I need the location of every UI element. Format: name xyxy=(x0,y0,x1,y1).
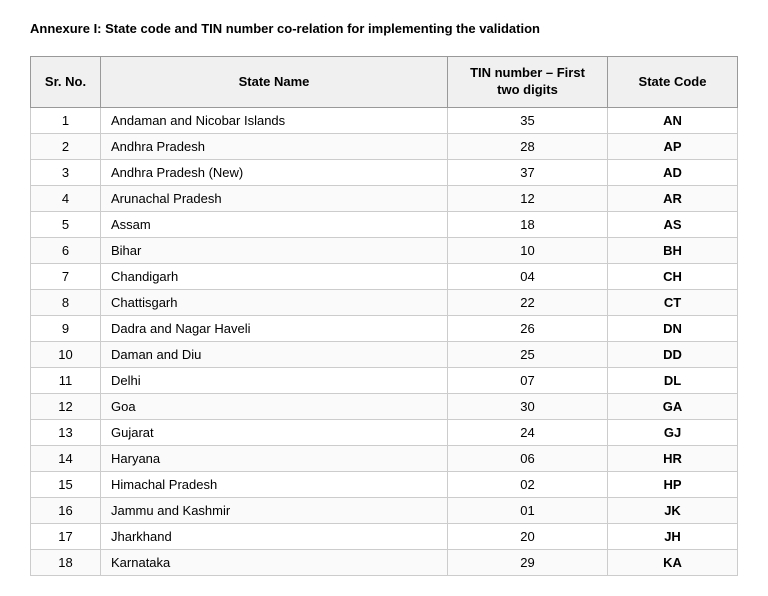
state-tin-table: Sr. No. State Name TIN number – First tw… xyxy=(30,56,738,576)
cell-state: Assam xyxy=(101,211,448,237)
table-row: 4Arunachal Pradesh12AR xyxy=(31,185,738,211)
cell-tin: 35 xyxy=(448,107,608,133)
cell-tin: 22 xyxy=(448,289,608,315)
cell-tin: 01 xyxy=(448,497,608,523)
cell-tin: 28 xyxy=(448,133,608,159)
table-row: 11Delhi07DL xyxy=(31,367,738,393)
cell-tin: 24 xyxy=(448,419,608,445)
cell-state: Andhra Pradesh xyxy=(101,133,448,159)
header-code: State Code xyxy=(608,57,738,108)
cell-code: GA xyxy=(608,393,738,419)
cell-tin: 18 xyxy=(448,211,608,237)
cell-srno: 6 xyxy=(31,237,101,263)
cell-tin: 07 xyxy=(448,367,608,393)
cell-state: Daman and Diu xyxy=(101,341,448,367)
cell-state: Goa xyxy=(101,393,448,419)
table-row: 12Goa30GA xyxy=(31,393,738,419)
cell-tin: 30 xyxy=(448,393,608,419)
cell-state: Jammu and Kashmir xyxy=(101,497,448,523)
cell-srno: 1 xyxy=(31,107,101,133)
table-row: 13Gujarat24GJ xyxy=(31,419,738,445)
cell-code: KA xyxy=(608,549,738,575)
cell-code: AR xyxy=(608,185,738,211)
cell-state: Jharkhand xyxy=(101,523,448,549)
cell-code: AP xyxy=(608,133,738,159)
table-row: 5Assam18AS xyxy=(31,211,738,237)
cell-code: JK xyxy=(608,497,738,523)
cell-srno: 7 xyxy=(31,263,101,289)
cell-state: Dadra and Nagar Haveli xyxy=(101,315,448,341)
cell-tin: 29 xyxy=(448,549,608,575)
cell-code: BH xyxy=(608,237,738,263)
table-row: 6Bihar10BH xyxy=(31,237,738,263)
cell-state: Andaman and Nicobar Islands xyxy=(101,107,448,133)
cell-code: AD xyxy=(608,159,738,185)
cell-srno: 3 xyxy=(31,159,101,185)
header-state: State Name xyxy=(101,57,448,108)
cell-state: Arunachal Pradesh xyxy=(101,185,448,211)
cell-code: HR xyxy=(608,445,738,471)
cell-srno: 12 xyxy=(31,393,101,419)
cell-srno: 18 xyxy=(31,549,101,575)
cell-code: CH xyxy=(608,263,738,289)
cell-srno: 17 xyxy=(31,523,101,549)
cell-srno: 15 xyxy=(31,471,101,497)
table-row: 3Andhra Pradesh (New)37AD xyxy=(31,159,738,185)
cell-state: Karnataka xyxy=(101,549,448,575)
cell-srno: 4 xyxy=(31,185,101,211)
cell-code: GJ xyxy=(608,419,738,445)
table-row: 2Andhra Pradesh28AP xyxy=(31,133,738,159)
cell-code: AN xyxy=(608,107,738,133)
cell-srno: 13 xyxy=(31,419,101,445)
table-row: 10Daman and Diu25DD xyxy=(31,341,738,367)
cell-tin: 02 xyxy=(448,471,608,497)
cell-srno: 8 xyxy=(31,289,101,315)
cell-state: Andhra Pradesh (New) xyxy=(101,159,448,185)
cell-tin: 20 xyxy=(448,523,608,549)
cell-srno: 11 xyxy=(31,367,101,393)
cell-tin: 06 xyxy=(448,445,608,471)
cell-srno: 16 xyxy=(31,497,101,523)
cell-code: JH xyxy=(608,523,738,549)
cell-code: HP xyxy=(608,471,738,497)
cell-srno: 10 xyxy=(31,341,101,367)
cell-tin: 10 xyxy=(448,237,608,263)
table-row: 17Jharkhand20JH xyxy=(31,523,738,549)
cell-tin: 26 xyxy=(448,315,608,341)
cell-tin: 37 xyxy=(448,159,608,185)
cell-code: DD xyxy=(608,341,738,367)
header-srno: Sr. No. xyxy=(31,57,101,108)
cell-code: DL xyxy=(608,367,738,393)
cell-state: Bihar xyxy=(101,237,448,263)
cell-srno: 2 xyxy=(31,133,101,159)
page-title: Annexure I: State code and TIN number co… xyxy=(30,20,738,38)
cell-state: Gujarat xyxy=(101,419,448,445)
cell-tin: 25 xyxy=(448,341,608,367)
cell-state: Chattisgarh xyxy=(101,289,448,315)
cell-state: Delhi xyxy=(101,367,448,393)
table-row: 18Karnataka29KA xyxy=(31,549,738,575)
cell-tin: 04 xyxy=(448,263,608,289)
table-row: 1Andaman and Nicobar Islands35AN xyxy=(31,107,738,133)
header-tin: TIN number – First two digits xyxy=(448,57,608,108)
table-row: 7Chandigarh04CH xyxy=(31,263,738,289)
cell-code: DN xyxy=(608,315,738,341)
cell-state: Chandigarh xyxy=(101,263,448,289)
cell-tin: 12 xyxy=(448,185,608,211)
table-row: 9Dadra and Nagar Haveli26DN xyxy=(31,315,738,341)
cell-state: Haryana xyxy=(101,445,448,471)
table-row: 15Himachal Pradesh02HP xyxy=(31,471,738,497)
cell-srno: 5 xyxy=(31,211,101,237)
cell-srno: 9 xyxy=(31,315,101,341)
table-row: 16Jammu and Kashmir01JK xyxy=(31,497,738,523)
table-row: 8Chattisgarh22CT xyxy=(31,289,738,315)
cell-code: AS xyxy=(608,211,738,237)
table-row: 14Haryana06HR xyxy=(31,445,738,471)
cell-srno: 14 xyxy=(31,445,101,471)
cell-state: Himachal Pradesh xyxy=(101,471,448,497)
cell-code: CT xyxy=(608,289,738,315)
